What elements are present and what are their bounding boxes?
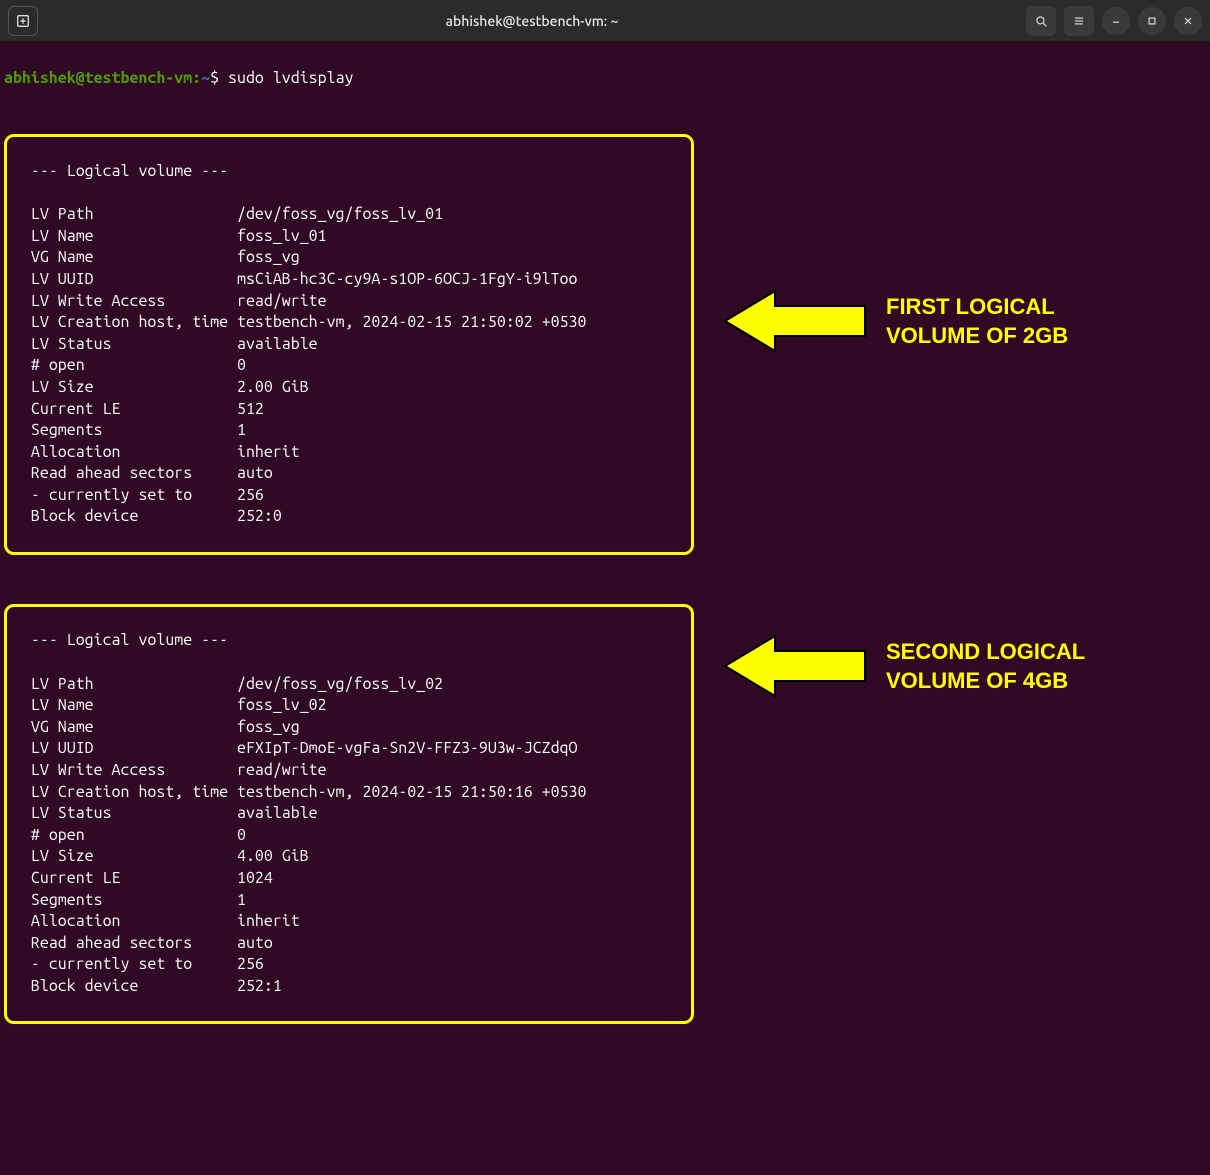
lv1-row: Allocation inherit <box>13 442 685 464</box>
terminal-body[interactable]: abhishek@testbench-vm:~$ sudo lvdisplay … <box>0 42 1210 768</box>
lv1-row: Block device 252:0 <box>13 506 685 528</box>
close-button[interactable] <box>1174 7 1202 35</box>
lv2-row: Block device 252:1 <box>13 976 685 998</box>
lv1-box: --- Logical volume --- LV Path /dev/foss… <box>4 134 694 554</box>
lv2-row: Read ahead sectors auto <box>13 933 685 955</box>
lv1-row: LV Creation host, time testbench-vm, 202… <box>13 312 685 334</box>
maximize-button[interactable] <box>1138 7 1166 35</box>
window-title: abhishek@testbench-vm: ~ <box>38 13 1026 29</box>
titlebar: abhishek@testbench-vm: ~ <box>0 0 1210 42</box>
annotation-first: FIRST LOGICAL VOLUME OF 2GB <box>720 227 1068 416</box>
lv2-row: Segments 1 <box>13 890 685 912</box>
lv1-row: Current LE 512 <box>13 399 685 421</box>
lv2-header: --- Logical volume --- <box>13 630 685 652</box>
lv1-row: - currently set to 256 <box>13 485 685 507</box>
prompt-userhost: abhishek@testbench-vm <box>4 69 192 87</box>
annotation-first-text: FIRST LOGICAL VOLUME OF 2GB <box>886 292 1068 351</box>
lv2-row: VG Name foss_vg <box>13 717 685 739</box>
lv1-row: LV Name foss_lv_01 <box>13 226 685 248</box>
annotation-second-text: SECOND LOGICAL VOLUME OF 4GB <box>886 637 1085 696</box>
command-text: sudo lvdisplay <box>228 69 353 87</box>
prompt-suffix: $ <box>210 69 219 87</box>
hamburger-menu-button[interactable] <box>1064 6 1094 36</box>
lv2-row: LV Name foss_lv_02 <box>13 695 685 717</box>
lv1-row: LV Size 2.00 GiB <box>13 377 685 399</box>
lv2-row: LV Status available <box>13 803 685 825</box>
lv2-row: Current LE 1024 <box>13 868 685 890</box>
lv1-row: LV Path /dev/foss_vg/foss_lv_01 <box>13 204 685 226</box>
prompt-line: abhishek@testbench-vm:~$ sudo lvdisplay <box>4 68 1206 90</box>
lv1-row: Read ahead sectors auto <box>13 463 685 485</box>
lv2-row: Allocation inherit <box>13 911 685 933</box>
arrow-left-icon <box>720 572 870 761</box>
lv1-row: LV Status available <box>13 334 685 356</box>
lv2-row: # open 0 <box>13 825 685 847</box>
minimize-button[interactable] <box>1102 7 1130 35</box>
lv2-box: --- Logical volume --- LV Path /dev/foss… <box>4 604 694 1024</box>
lv1-header: --- Logical volume --- <box>13 161 685 183</box>
lv2-row: LV Path /dev/foss_vg/foss_lv_02 <box>13 674 685 696</box>
lv2-row: - currently set to 256 <box>13 954 685 976</box>
search-button[interactable] <box>1026 6 1056 36</box>
lv2-row: LV Write Access read/write <box>13 760 685 782</box>
lv2-row: LV UUID eFXIpT-DmoE-vgFa-Sn2V-FFZ3-9U3w-… <box>13 738 685 760</box>
lv2-row: LV Creation host, time testbench-vm, 202… <box>13 782 685 804</box>
arrow-left-icon <box>720 227 870 416</box>
lv1-row: # open 0 <box>13 355 685 377</box>
lv1-row: LV Write Access read/write <box>13 291 685 313</box>
prompt-path: ~ <box>201 69 210 87</box>
new-tab-button[interactable] <box>8 6 38 36</box>
lv1-row: VG Name foss_vg <box>13 247 685 269</box>
lv2-row: LV Size 4.00 GiB <box>13 846 685 868</box>
annotation-second: SECOND LOGICAL VOLUME OF 4GB <box>720 572 1085 761</box>
lv1-row: LV UUID msCiAB-hc3C-cy9A-s1OP-6OCJ-1FgY-… <box>13 269 685 291</box>
lv1-row: Segments 1 <box>13 420 685 442</box>
